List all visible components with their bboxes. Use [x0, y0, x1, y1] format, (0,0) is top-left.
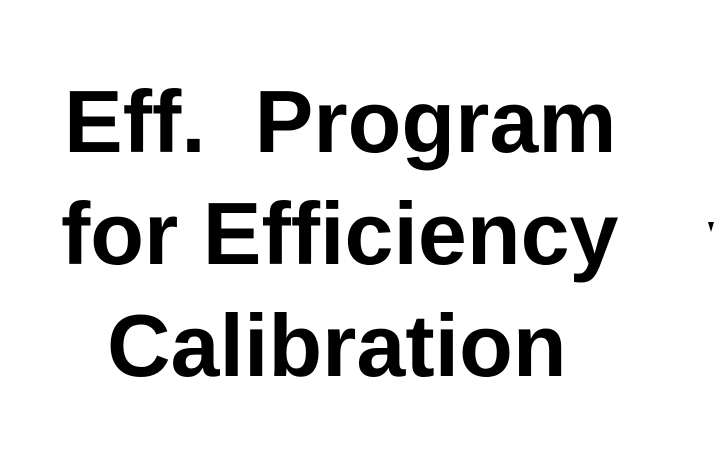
title-line-1: Eff. Program	[64, 72, 617, 171]
title-card: Eff. Program for Efficiency Calibration	[0, 0, 725, 457]
edge-mark	[708, 222, 714, 232]
title-line-3: Calibration	[107, 296, 567, 395]
title-line-2: for Efficiency	[61, 184, 619, 283]
